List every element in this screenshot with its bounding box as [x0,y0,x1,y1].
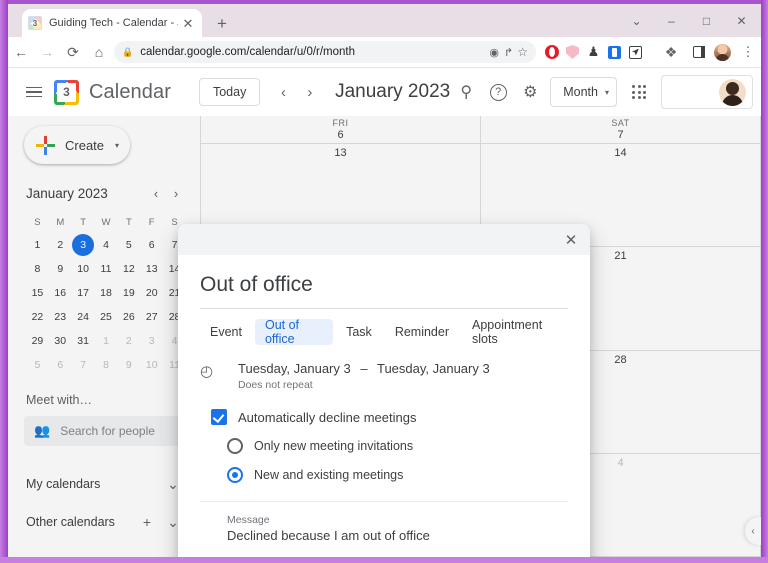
browser-window: 3 Guiding Tech - Calendar - Januar ✕ + ⌄… [8,4,761,557]
share-icon[interactable]: ↱ [504,46,513,59]
google-apps-icon[interactable] [623,76,655,108]
chevron-down-icon: ▾ [604,87,609,97]
message-label: Message [227,514,270,526]
decline-options-group: Only new meeting invitations New and exis… [200,438,568,483]
calendar-header-actions: ⚲ ? ⚙ Month ▾ [450,75,753,109]
dialog-tab-event[interactable]: Event [200,319,252,345]
out-of-office-dialog: ✕ Out of office Event Out of office Task Re… [178,224,590,557]
close-icon[interactable]: ✕ [559,228,583,252]
main-menu-icon[interactable] [18,75,50,109]
screen-root: 3 Guiding Tech - Calendar - Januar ✕ + ⌄… [0,0,768,563]
annotation-frame-left [0,0,8,563]
bookmark-star-icon[interactable]: ☆ [517,45,528,59]
side-panel-icon[interactable] [688,41,709,63]
annotation-frame-right [761,0,768,563]
tracking-protection-icon[interactable]: ◉ [489,46,499,59]
calendar-logo-day: 3 [57,82,77,102]
calendar-favicon-icon: 3 [28,16,42,30]
dialog-type-tabs: Event Out of office Task Reminder Appointmen… [200,318,568,346]
message-input[interactable]: Declined because I am out of office [227,528,568,543]
next-period-icon[interactable]: › [297,78,323,106]
calendar-header: 3 Calendar Today ‹ › January 2023 ⚲ ? ⚙ … [8,68,761,116]
decline-option-label: Only new meeting invitations [254,439,414,453]
auto-decline-row[interactable]: Automatically decline meetings [200,409,568,425]
browser-menu-icon[interactable]: ⋮ [735,39,761,65]
help-glyph: ? [489,83,507,101]
send-extension-icon[interactable] [625,41,646,63]
app-body: Create ▾ January 2023 ‹ › SMTWTFS1234567… [8,116,761,557]
previous-period-icon[interactable]: ‹ [270,78,296,106]
address-bar[interactable]: 🔒 calendar.google.com/calendar/u/0/r/mon… [114,41,536,63]
help-icon[interactable]: ? [482,76,514,108]
chevron-down-icon[interactable]: ⌄ [619,4,654,37]
decline-option-label: New and existing meetings [254,468,404,482]
home-icon[interactable]: ⌂ [86,39,112,65]
dark-reader-extension-icon[interactable]: ♟ [583,41,604,63]
account-avatar-button[interactable] [661,75,753,109]
date-range: Tuesday, January 3 – Tuesday, January 3 [238,361,490,376]
tab-title: Guiding Tech - Calendar - Januar [49,17,178,29]
today-button[interactable]: Today [198,78,261,106]
app-brand-label: Calendar [89,80,171,103]
avatar [719,78,746,106]
current-period-title: January 2023 [335,81,451,102]
lock-icon: 🔒 [122,46,134,57]
new-tab-button[interactable]: + [211,12,233,34]
favicon-day-number: 3 [29,17,41,29]
dialog-title-input[interactable]: Out of office [200,273,568,309]
opera-extension-icon[interactable] [541,41,562,63]
auto-decline-checkbox[interactable] [211,409,227,425]
close-icon[interactable]: ✕ [180,15,196,31]
date-start[interactable]: Tuesday, January 3 [238,361,351,376]
clock-icon: ◴ [200,363,214,380]
browser-tab[interactable]: 3 Guiding Tech - Calendar - Januar ✕ [22,9,202,37]
radio-button[interactable] [227,438,243,454]
dialog-tab-reminder[interactable]: Reminder [385,319,459,345]
decline-option-row[interactable]: New and existing meetings [200,467,568,483]
google-calendar-app: 3 Calendar Today ‹ › January 2023 ⚲ ? ⚙ … [8,68,761,557]
decline-option-row[interactable]: Only new meeting invitations [200,438,568,454]
browser-titlebar: 3 Guiding Tech - Calendar - Januar ✕ + ⌄… [8,4,761,37]
blue-square-extension-icon[interactable] [604,41,625,63]
repeat-value[interactable]: Does not repeat [238,379,490,391]
view-mode-label: Month [563,85,598,99]
date-dash: – [360,361,368,376]
dialog-tab-task[interactable]: Task [336,319,382,345]
minimize-icon[interactable]: – [654,4,689,37]
extensions-puzzle-icon[interactable]: ❖ [658,39,684,65]
profile-avatar-icon[interactable] [709,39,735,65]
dialog-tab-out-of-office[interactable]: Out of office [254,318,334,346]
view-mode-select[interactable]: Month ▾ [550,77,617,107]
url-text: calendar.google.com/calendar/u/0/r/month [140,46,356,58]
message-block: Message Declined because I am out of off… [200,501,568,543]
date-end[interactable]: Tuesday, January 3 [377,361,490,376]
settings-gear-icon[interactable]: ⚙ [514,76,546,108]
reload-icon[interactable]: ⟳ [60,39,86,65]
radio-button[interactable] [227,467,243,483]
maximize-icon[interactable]: □ [689,4,724,37]
search-icon[interactable]: ⚲ [450,76,482,108]
shield-extension-icon[interactable] [562,41,583,63]
calendar-logo-icon: 3 [54,79,80,105]
browser-toolbar: ← → ⟳ ⌂ 🔒 calendar.google.com/calendar/u… [8,37,761,68]
date-row[interactable]: ◴ Tuesday, January 3 – Tuesday, January … [200,361,568,391]
dialog-tab-appointment-slots[interactable]: Appointment slots [462,318,568,346]
dialog-body: Out of office Event Out of office Task Remi… [178,273,590,557]
auto-decline-label: Automatically decline meetings [238,409,417,425]
annotation-frame-bottom [0,557,768,563]
date-block: Tuesday, January 3 – Tuesday, January 3 … [238,361,490,391]
back-icon[interactable]: ← [8,39,34,65]
close-window-icon[interactable]: ✕ [724,4,759,37]
dialog-topbar: ✕ [178,224,590,255]
window-controls: ⌄ – □ ✕ [619,4,759,37]
forward-icon[interactable]: → [34,39,60,65]
